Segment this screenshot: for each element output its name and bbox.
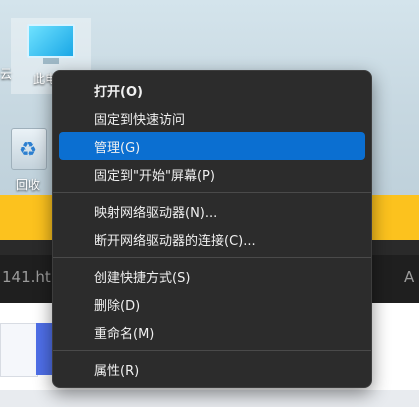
- menu-item-label: 断开网络驱动器的连接(C)...: [94, 233, 256, 249]
- menu-item-label: 固定到"开始"屏幕(P): [94, 168, 215, 184]
- menu-item-pin-quick-access[interactable]: 固定到快速访问: [59, 104, 365, 132]
- menu-item-create-shortcut[interactable]: 创建快捷方式(S): [59, 262, 365, 290]
- menu-item-label: 映射网络驱动器(N)...: [94, 205, 218, 221]
- menu-item-label: 固定到快速访问: [94, 112, 186, 128]
- menu-item-pin-start[interactable]: 固定到"开始"屏幕(P): [59, 160, 365, 188]
- recycle-bin-icon: [11, 128, 47, 170]
- menu-separator: [53, 350, 371, 351]
- menu-item-disconnect-network-drive[interactable]: 断开网络驱动器的连接(C)...: [59, 225, 365, 253]
- menu-item-label: 创建快捷方式(S): [94, 270, 191, 286]
- menu-item-map-network-drive[interactable]: 映射网络驱动器(N)...: [59, 197, 365, 225]
- tab-right-fragment: A: [404, 268, 415, 286]
- content-panel: [0, 323, 38, 377]
- menu-item-rename[interactable]: 重命名(M): [59, 318, 365, 346]
- context-menu: 打开(O) 固定到快速访问 管理(G) 固定到"开始"屏幕(P) 映射网络驱动器…: [52, 70, 372, 388]
- monitor-stand: [43, 58, 59, 64]
- menu-separator: [53, 257, 371, 258]
- menu-item-label: 删除(D): [94, 298, 141, 314]
- menu-item-delete[interactable]: 删除(D): [59, 290, 365, 318]
- monitor-icon: [27, 24, 75, 58]
- menu-separator: [53, 192, 371, 193]
- content-accent-bar: [36, 323, 52, 375]
- menu-item-label: 打开(O): [94, 84, 143, 100]
- menu-item-label: 管理(G): [94, 140, 141, 156]
- recycle-bin-label: 回收: [16, 178, 41, 192]
- menu-item-manage[interactable]: 管理(G): [59, 132, 365, 160]
- menu-item-label: 重命名(M): [94, 326, 155, 342]
- menu-item-properties[interactable]: 属性(R): [59, 355, 365, 383]
- menu-item-label: 属性(R): [94, 363, 140, 379]
- menu-item-open[interactable]: 打开(O): [59, 76, 365, 104]
- content-footer: [0, 390, 419, 407]
- desktop-icon-recycle-bin[interactable]: 回收: [4, 128, 54, 200]
